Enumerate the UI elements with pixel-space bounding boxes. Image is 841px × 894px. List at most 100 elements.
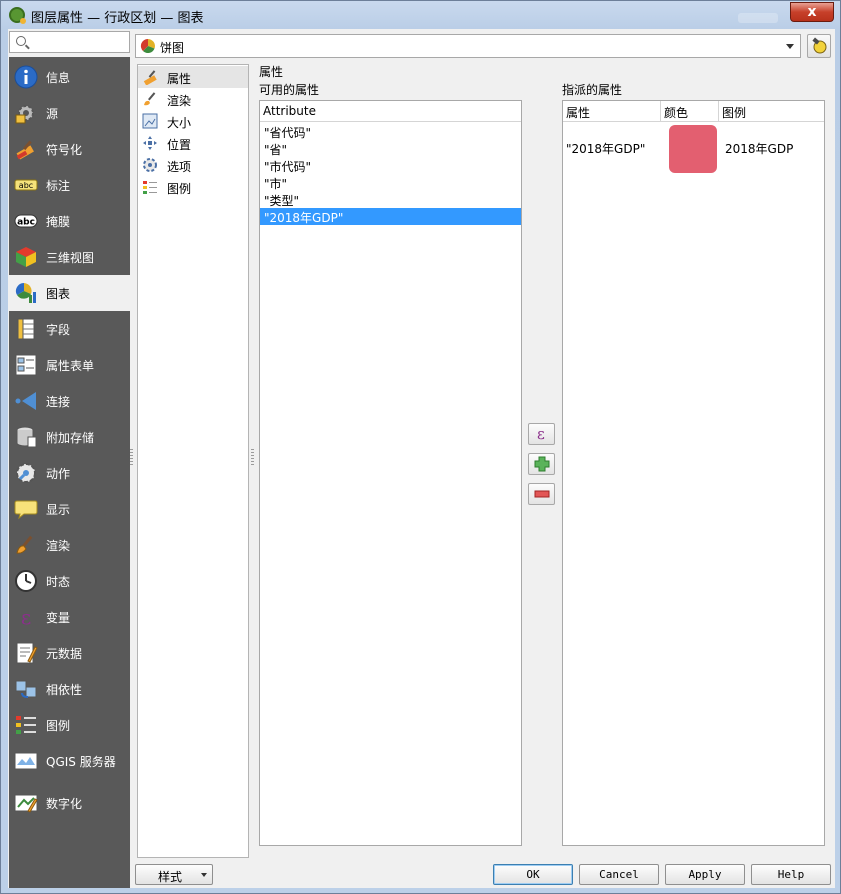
labels-icon: abc <box>14 179 38 191</box>
placement-icon <box>143 136 157 150</box>
subsection-item[interactable]: 属性 <box>138 66 248 88</box>
sidebar-item[interactable]: ε 变量 <box>9 599 130 635</box>
subsection-label: 属性 <box>167 72 192 86</box>
list-item[interactable]: "2018年GDP" <box>260 208 521 225</box>
sidebar-item-label: 显示 <box>46 503 71 517</box>
plus-icon <box>534 456 550 472</box>
options-icon <box>143 158 157 172</box>
cancel-button[interactable]: Cancel <box>579 864 659 885</box>
data-defined-override-button[interactable] <box>807 34 831 58</box>
layer-properties-window: 图层属性 — 行政区划 — 图表 x 信息源符号化 abc 标注 abc 掩膜 三维视图图… <box>0 0 841 894</box>
sidebar-item[interactable]: 信息 <box>9 59 130 95</box>
attribute-name: "市" <box>264 177 288 191</box>
splitter-handle[interactable] <box>130 449 133 465</box>
sidebar-item-label: 变量 <box>46 611 71 625</box>
available-attributes-list[interactable]: Attribute "省代码" "省" "市代码" "市" "类型" "2018年GDP" <box>259 100 522 846</box>
sidebar-item[interactable]: 附加存储 <box>9 419 130 455</box>
sidebar-item[interactable]: 时态 <box>9 563 130 599</box>
sidebar-item[interactable]: 显示 <box>9 491 130 527</box>
subsection-label: 位置 <box>167 138 192 152</box>
sidebar-item[interactable]: 三维视图 <box>9 239 130 275</box>
color-swatch[interactable] <box>669 125 717 173</box>
svg-text:abc: abc <box>19 181 33 190</box>
assigned-attribute-cell: "2018年GDP" <box>566 142 646 156</box>
list-item[interactable]: "省" <box>260 140 521 157</box>
help-button[interactable]: Help <box>751 864 831 885</box>
sidebar-item[interactable]: 数字化 <box>9 785 130 821</box>
close-button[interactable]: x <box>790 2 834 22</box>
subsection-item[interactable]: 渲染 <box>138 88 248 110</box>
paint-style-icon <box>812 37 827 54</box>
list-item[interactable]: "市代码" <box>260 157 521 174</box>
legend-icon <box>16 716 36 734</box>
table-row[interactable]: "2018年GDP" 2018年GDP <box>563 123 824 173</box>
subsection-label: 选项 <box>167 160 192 174</box>
sidebar-item[interactable]: 元数据 <box>9 635 130 671</box>
add-attribute-button[interactable] <box>528 453 555 475</box>
sidebar-item[interactable]: 属性表单 <box>9 347 130 383</box>
digitizing-icon <box>14 794 38 813</box>
list-item[interactable]: "市" <box>260 174 521 191</box>
remove-attribute-button[interactable] <box>528 483 555 505</box>
sidebar-item[interactable]: abc 标注 <box>9 167 130 203</box>
rendering-icon <box>144 92 156 106</box>
style-combo[interactable]: 样式 <box>135 864 213 885</box>
svg-text:abc: abc <box>17 218 35 228</box>
attribute-name: "类型" <box>264 194 300 208</box>
sidebar-item-label: QGIS 服务器 <box>46 755 116 769</box>
sidebar-item-label: 动作 <box>46 467 71 481</box>
assigned-legend-cell[interactable]: 2018年GDP <box>725 140 793 157</box>
sidebar-item-label: 属性表单 <box>46 359 95 373</box>
sidebar-item-label: 三维视图 <box>46 251 95 265</box>
sidebar-item[interactable]: 渲染 <box>9 527 130 563</box>
sidebar-item[interactable]: 符号化 <box>9 131 130 167</box>
list-item[interactable]: "类型" <box>260 191 521 208</box>
splitter-handle[interactable] <box>251 449 254 465</box>
svg-text:ε: ε <box>21 605 31 629</box>
temporal-icon <box>15 570 37 592</box>
header-legend: 图例 <box>722 106 747 120</box>
minus-icon <box>534 490 550 498</box>
assigned-attributes-table[interactable]: 属性 颜色 图例 "2018年GDP" 2018年GDP <box>562 100 825 846</box>
sidebar-item-label: 源 <box>46 107 59 121</box>
sidebar-item[interactable]: abc 掩膜 <box>9 203 130 239</box>
sidebar-item[interactable]: 图表 <box>9 275 130 311</box>
sidebar-item[interactable]: 源 <box>9 95 130 131</box>
sidebar-item[interactable]: 连接 <box>9 383 130 419</box>
sidebar-item-label: 渲染 <box>46 539 71 553</box>
sidebar-item-label: 数字化 <box>46 797 83 811</box>
qgis-server-icon <box>14 752 38 770</box>
subsection-item[interactable]: 选项 <box>138 154 248 176</box>
subsection-item[interactable]: 图例 <box>138 176 248 198</box>
list-item[interactable]: "省代码" <box>260 123 521 140</box>
subsection-item[interactable]: 位置 <box>138 132 248 154</box>
window-title: 图层属性 — 行政区划 — 图表 <box>31 11 204 26</box>
diagram-type-combo[interactable]: 饼图 <box>135 34 801 58</box>
sidebar-item[interactable]: 图例 <box>9 707 130 743</box>
header-attribute: 属性 <box>563 101 661 121</box>
search-box[interactable] <box>9 31 130 53</box>
sidebar-item-label: 附加存储 <box>46 431 95 445</box>
source-icon <box>15 105 34 124</box>
sidebar-item[interactable]: 字段 <box>9 311 130 347</box>
minimize-button[interactable] <box>738 13 778 23</box>
expression-button[interactable]: ε <box>528 423 555 445</box>
sidebar-item[interactable]: 相依性 <box>9 671 130 707</box>
dialog-client: 信息源符号化 abc 标注 abc 掩膜 三维视图 图表 字段 属性表单 连接 附加存储 动作 显示 渲染… <box>8 29 835 888</box>
apply-button[interactable]: Apply <box>665 864 745 885</box>
subsection-item[interactable]: 大小 <box>138 110 248 132</box>
info-icon <box>14 65 38 89</box>
ok-button[interactable]: OK <box>493 864 573 885</box>
size-icon <box>142 113 158 129</box>
variables-icon: ε <box>21 605 31 629</box>
subsection-label: 图例 <box>167 182 192 196</box>
sidebar-item[interactable]: 动作 <box>9 455 130 491</box>
fields-icon <box>17 318 35 340</box>
attribute-name: "2018年GDP" <box>264 211 344 225</box>
sidebar-item[interactable]: QGIS 服务器 <box>9 743 130 779</box>
search-input[interactable] <box>32 34 127 50</box>
sidebar-item-label: 标注 <box>46 179 71 193</box>
attributes-icon <box>143 70 157 85</box>
attribute-name: "省" <box>264 143 288 157</box>
actions-icon <box>16 463 36 483</box>
